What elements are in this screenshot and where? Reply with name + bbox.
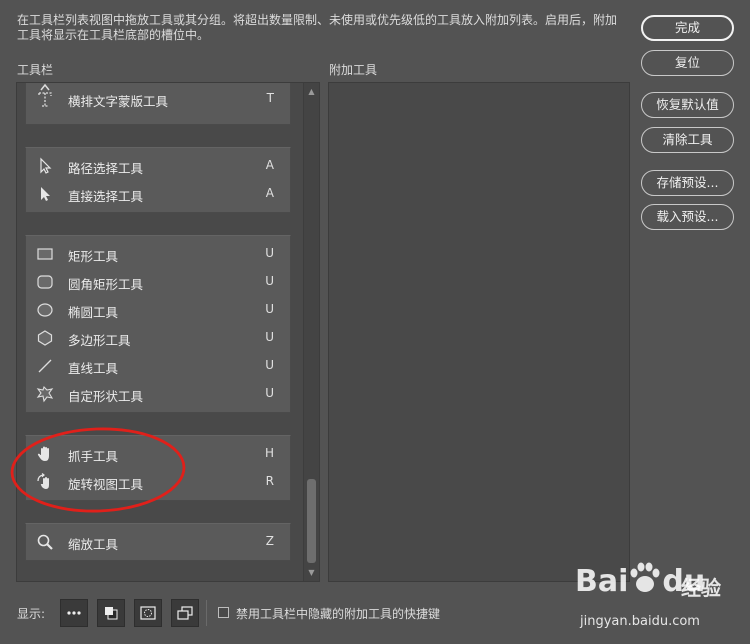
zoom-icon [36, 533, 54, 551]
custom-shape-icon [36, 385, 54, 403]
tool-shortcut: A [265, 158, 274, 172]
toolbar-label: 工具栏 [17, 63, 54, 77]
ellipsis-icon [67, 611, 81, 615]
show-label: 显示: [17, 607, 46, 621]
tool-row[interactable]: 路径选择工具 A [26, 152, 290, 180]
tool-row[interactable]: 多边形工具 U [26, 324, 290, 352]
tool-group[interactable]: 路径选择工具 A 直接选择工具 A [25, 147, 291, 213]
scrollbar-thumb[interactable] [307, 479, 316, 563]
path-select-icon [36, 157, 54, 175]
tool-name: 矩形工具 [68, 249, 119, 264]
tool-group[interactable]: 抓手工具 H 旋转视图工具 R [25, 435, 291, 501]
tool-row[interactable]: 直接选择工具 A [26, 180, 290, 208]
tool-shortcut: U [265, 246, 274, 260]
tool-name: 多边形工具 [68, 333, 131, 348]
tool-row[interactable]: 椭圆工具 U [26, 296, 290, 324]
line-icon [36, 357, 54, 375]
horizontal-type-mask-icon [36, 90, 54, 108]
tool-shortcut: U [265, 358, 274, 372]
tool-name: 旋转视图工具 [68, 477, 144, 492]
scroll-down-icon[interactable]: ▼ [307, 568, 316, 577]
direct-select-icon [36, 185, 54, 203]
watermark-cn: 经验 [681, 576, 721, 600]
tool-row[interactable]: 矩形工具 U [26, 240, 290, 268]
reset-button[interactable]: 复位 [641, 50, 734, 76]
tool-name: 横排文字蒙版工具 [68, 94, 169, 109]
tool-name: 缩放工具 [68, 537, 119, 552]
tool-name: 抓手工具 [68, 449, 119, 464]
description-text: 在工具栏列表视图中拖放工具或其分组。将超出数量限制、未使用或优先级低的工具放入附… [17, 13, 618, 42]
tool-name: 直接选择工具 [68, 189, 144, 204]
paw-icon [630, 562, 660, 592]
tool-row[interactable]: 旋转视图工具 R [26, 468, 290, 496]
scroll-up-icon[interactable]: ▲ [307, 87, 316, 96]
more-tools-mode-button[interactable] [60, 599, 88, 627]
polygon-icon [36, 329, 54, 347]
tool-name: 圆角矩形工具 [68, 277, 144, 292]
toolbar-list-panel[interactable]: 横排文字蒙版工具 T 路径选择工具 A 直接选择工具 A 矩形工具 U 圆角矩形… [16, 82, 320, 582]
toolbar-list: 横排文字蒙版工具 T 路径选择工具 A 直接选择工具 A 矩形工具 U 圆角矩形… [17, 83, 303, 581]
baidu-jingyan-watermark: Bai du 经验 jingyan.baidu.com [575, 558, 745, 640]
tool-row[interactable]: 直线工具 U [26, 352, 290, 380]
tool-shortcut: U [265, 330, 274, 344]
tool-row[interactable]: 自定形状工具 U [26, 380, 290, 408]
clear-tools-button[interactable]: 清除工具 [641, 127, 734, 153]
tool-shortcut: R [265, 474, 274, 488]
watermark-url: jingyan.baidu.com [580, 614, 700, 629]
tool-row[interactable]: 横排文字蒙版工具 T [26, 85, 290, 113]
tool-name: 椭圆工具 [68, 305, 119, 320]
divider [206, 600, 207, 626]
tool-name: 路径选择工具 [68, 161, 144, 176]
tool-shortcut: H [264, 446, 274, 460]
rectangle-icon [36, 245, 54, 263]
tool-group[interactable]: 横排文字蒙版工具 T [25, 83, 291, 125]
save-preset-button[interactable]: 存储预设... [641, 170, 734, 196]
toolbar-scrollbar[interactable]: ▲ ▼ [303, 83, 319, 581]
restore-defaults-button[interactable]: 恢复默认值 [641, 92, 734, 118]
tool-row[interactable]: 抓手工具 H [26, 440, 290, 468]
tool-shortcut: A [265, 186, 274, 200]
tool-shortcut: Z [265, 534, 274, 548]
quick-mask-mode-button[interactable] [134, 599, 162, 627]
quick-mask-icon [140, 606, 156, 620]
ellipse-icon [36, 301, 54, 319]
tool-group[interactable]: 矩形工具 U 圆角矩形工具 U 椭圆工具 U 多边形工具 U 直线工具 U 自定… [25, 235, 291, 413]
tool-shortcut: T [266, 91, 274, 105]
tool-row[interactable]: 圆角矩形工具 U [26, 268, 290, 296]
tool-name: 自定形状工具 [68, 389, 144, 404]
extra-tools-panel[interactable] [328, 82, 630, 582]
done-button[interactable]: 完成 [641, 15, 734, 41]
extra-tools-label: 附加工具 [329, 63, 378, 77]
color-mode-button[interactable] [97, 599, 125, 627]
disable-shortcuts-checkbox[interactable] [218, 607, 229, 618]
tool-group[interactable]: 缩放工具 Z [25, 523, 291, 561]
tool-shortcut: U [265, 274, 274, 288]
load-preset-button[interactable]: 载入预设... [641, 204, 734, 230]
screen-mode-button[interactable] [171, 599, 199, 627]
tool-shortcut: U [265, 302, 274, 316]
tool-name: 直线工具 [68, 361, 119, 376]
rotate-view-icon [36, 473, 54, 491]
tool-row[interactable]: 缩放工具 Z [26, 528, 290, 556]
rounded-rectangle-icon [36, 273, 54, 291]
fg-bg-color-icon [105, 607, 118, 620]
disable-shortcuts-label: 禁用工具栏中隐藏的附加工具的快捷键 [236, 607, 441, 621]
screen-mode-icon [177, 606, 193, 620]
tool-shortcut: U [265, 386, 274, 400]
hand-icon [36, 445, 54, 463]
